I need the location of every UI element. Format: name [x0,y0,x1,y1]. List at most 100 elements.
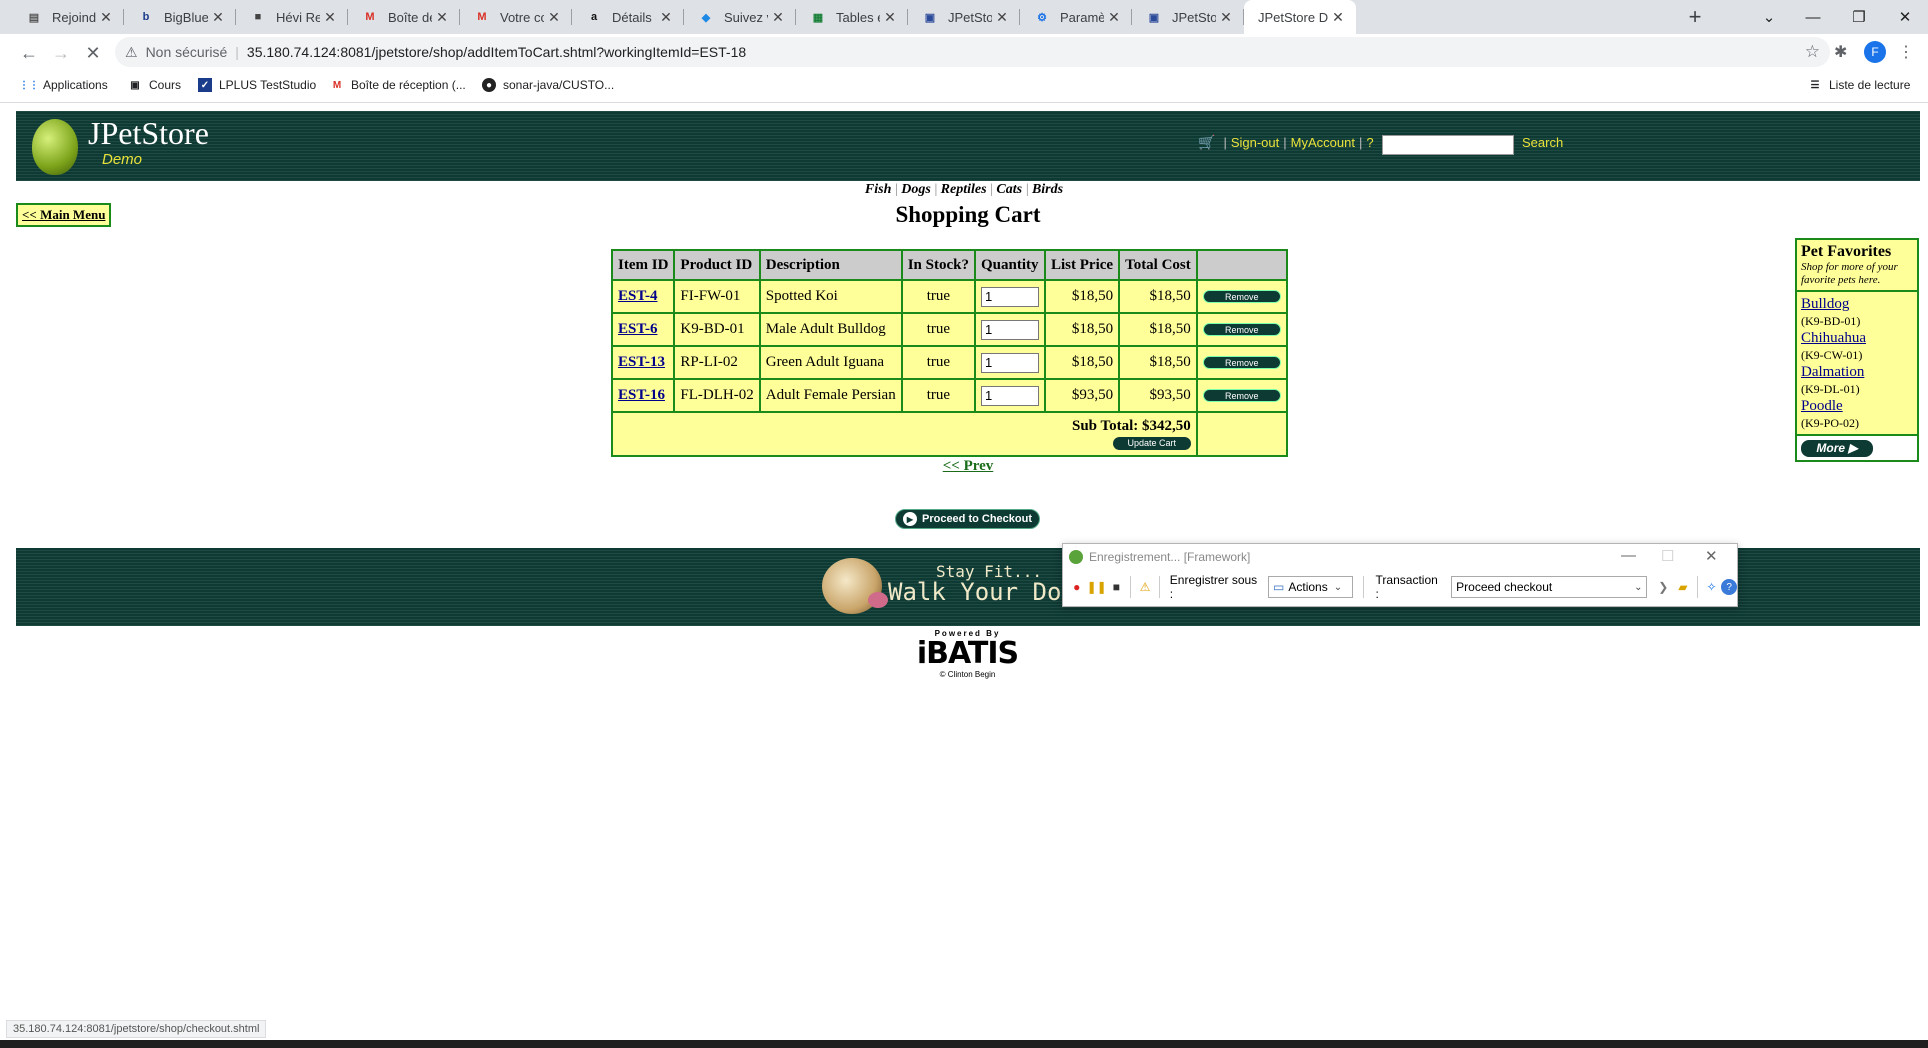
reading-list-icon: ☰ [1810,79,1820,91]
bookmark-gmail[interactable]: M Boîte de réception (... [330,78,466,92]
browser-tab[interactable]: ▤ Rejoindre la s✕ [12,0,124,34]
stop-loading-icon[interactable]: ✕ [80,40,106,66]
bookmark-apps[interactable]: ⋮⋮ Applications [19,78,108,92]
item-id-link[interactable]: EST-4 [618,288,657,304]
bookmark-github[interactable]: ● sonar-java/CUSTO... [482,78,614,92]
description-cell: Adult Female Persian [758,378,903,413]
quantity-input[interactable] [981,286,1039,307]
remove-button[interactable]: Remove [1202,389,1281,402]
reading-list-label: Liste de lecture [1829,78,1911,92]
subtotal-cell: Sub Total: $342,50 Update Cart [611,411,1198,457]
search-input[interactable] [1382,135,1514,155]
profile-avatar[interactable]: F [1864,41,1886,63]
browser-tab[interactable]: ◆ Suivez votre✕ [684,0,796,34]
item-id-link[interactable]: EST-6 [618,321,657,337]
remove-button[interactable]: Remove [1202,323,1281,336]
browser-tab[interactable]: JPetStore Den✕ [1244,0,1356,34]
help-icon[interactable]: ? [1721,579,1737,595]
record-icon[interactable]: ● [1067,577,1087,597]
item-id-link[interactable]: EST-16 [618,387,665,403]
bookmark-cours[interactable]: ▣ Cours [128,78,181,92]
tab-close-icon[interactable]: ✕ [1328,9,1348,26]
category-dogs[interactable]: Dogs [901,182,931,197]
quantity-input[interactable] [981,319,1039,340]
actions-dropdown[interactable]: ▭ Actions ⌄ [1268,576,1353,598]
open-folder-icon[interactable]: ▰ [1673,577,1693,597]
taskbar [0,1040,1928,1048]
logo-title[interactable]: JPetStore [88,115,209,152]
stop-icon[interactable]: ■ [1107,577,1127,597]
transaction-select[interactable]: Proceed checkout ⌄ [1451,576,1648,598]
tab-close-icon[interactable]: ✕ [96,9,116,26]
list-price-cell: $18,50 [1043,345,1121,380]
tab-close-icon[interactable]: ✕ [208,9,228,26]
forward-icon[interactable]: → [48,40,74,66]
remove-button[interactable]: Remove [1202,290,1281,303]
minimize-button[interactable]: — [1790,0,1836,34]
divider: | [235,44,239,60]
more-button[interactable]: More ▶ [1801,440,1873,457]
quantity-input[interactable] [981,385,1039,406]
browser-tab[interactable]: M Votre comma✕ [460,0,572,34]
reading-list[interactable]: ☰ Liste de lecture [1808,78,1911,92]
warning-icon[interactable]: ⚠ [1135,577,1155,597]
tab-close-icon[interactable]: ✕ [544,9,564,26]
cart-icon[interactable]: 🛒 [1198,134,1215,151]
category-cats[interactable]: Cats [996,182,1022,197]
item-id-link[interactable]: EST-13 [618,354,665,370]
browser-tab[interactable]: b BigBlueBu✕ [124,0,236,34]
favorite-pet-link[interactable]: Chihuahua [1801,329,1913,347]
quantity-input[interactable] [981,352,1039,373]
tab-close-icon[interactable]: ✕ [880,9,900,26]
close-icon[interactable]: ✕ [1705,547,1718,565]
browser-tab[interactable]: M Boîte de récep✕ [348,0,460,34]
tab-close-icon[interactable]: ✕ [768,9,788,26]
favorite-pet-link[interactable]: Bulldog [1801,295,1913,313]
settings-tool-icon[interactable]: ✧ [1702,577,1722,597]
extensions-icon[interactable]: ✱ [1834,42,1847,62]
address-bar[interactable]: ⚠ Non sécurisé | 35.180.74.124:8081/jpet… [115,37,1830,67]
chevron-down-icon: ⌄ [1333,581,1343,593]
bookmark-star-icon[interactable]: ☆ [1805,42,1820,62]
tab-close-icon[interactable]: ✕ [656,9,676,26]
url-text[interactable]: 35.180.74.124:8081/jpetstore/shop/addIte… [247,44,746,60]
browser-tab[interactable]: ▣ JPetStore Den✕ [1132,0,1244,34]
pause-icon[interactable]: ❚❚ [1087,577,1107,597]
minimize-icon[interactable]: — [1621,547,1636,564]
proceed-to-checkout-button[interactable]: ▶ Proceed to Checkout [895,509,1040,529]
browser-tab[interactable]: a Détails de la c✕ [572,0,684,34]
maximize-icon[interactable]: ☐ [1661,547,1674,565]
category-reptiles[interactable]: Reptiles [941,182,987,197]
remove-button[interactable]: Remove [1202,356,1281,369]
favorite-pet-link[interactable]: Poodle [1801,397,1913,415]
prev-link[interactable]: << Prev [0,458,1928,475]
browser-tab[interactable]: ■ Hévi Restaura✕ [236,0,348,34]
pear-logo-icon[interactable] [32,119,78,175]
favorite-pet-link[interactable]: Dalmation [1801,363,1913,381]
search-button[interactable]: Search [1522,135,1563,150]
close-window-button[interactable]: ✕ [1882,0,1928,34]
category-fish[interactable]: Fish [865,182,891,197]
maximize-button[interactable]: ❐ [1836,0,1882,34]
browser-tab[interactable]: ▦ Tables et bure✕ [796,0,908,34]
browser-tab[interactable]: ▣ JPetStore Den✕ [908,0,1020,34]
pet-favorites-panel: Pet Favorites Shop for more of your favo… [1795,238,1919,462]
tab-close-icon[interactable]: ✕ [432,9,452,26]
category-birds[interactable]: Birds [1032,182,1063,197]
browser-tab[interactable]: ⚙ Paramètres✕ [1020,0,1132,34]
new-tab-button[interactable]: + [1680,0,1710,34]
tab-close-icon[interactable]: ✕ [1104,9,1124,26]
tab-close-icon[interactable]: ✕ [320,9,340,26]
help-link[interactable]: ? [1366,135,1373,150]
back-icon[interactable]: ← [16,40,42,66]
tab-close-icon[interactable]: ✕ [992,9,1012,26]
menu-icon[interactable]: ⋮ [1898,42,1914,62]
divider [1130,576,1132,598]
tab-search-icon[interactable]: ⌄ [1746,0,1792,34]
signout-link[interactable]: Sign-out [1231,135,1279,150]
update-cart-button[interactable]: Update Cart [1112,436,1191,450]
tab-close-icon[interactable]: ✕ [1216,9,1236,26]
next-arrow-icon[interactable]: ❯ [1653,577,1673,597]
myaccount-link[interactable]: MyAccount [1291,135,1355,150]
bookmark-lplus[interactable]: ✓ LPLUS TestStudio [198,78,316,92]
